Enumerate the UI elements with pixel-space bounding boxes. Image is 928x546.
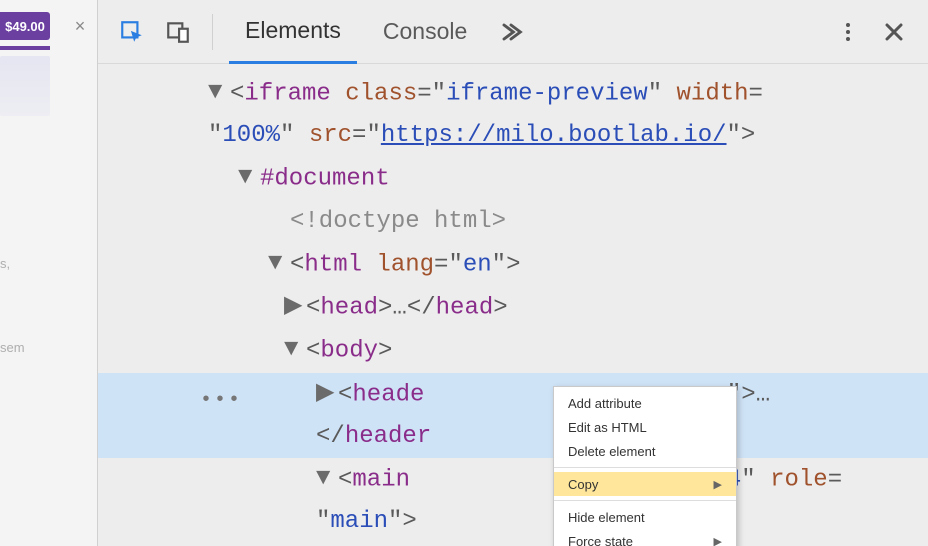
toolbar-divider [212, 14, 213, 50]
expand-arrow-icon[interactable]: ▼ [238, 157, 260, 199]
tab-elements[interactable]: Elements [229, 0, 357, 64]
dom-node-doctype[interactable]: <!doctype html> [98, 201, 928, 243]
close-devtools-icon[interactable] [876, 14, 912, 50]
ctx-edit-as-html[interactable]: Edit as HTML [554, 415, 736, 439]
blurred-panel [0, 56, 50, 116]
badge-underline [0, 46, 50, 50]
collapse-arrow-icon[interactable]: ▶ [316, 373, 338, 415]
ctx-label: Delete element [568, 444, 655, 459]
device-toggle-icon[interactable] [160, 14, 196, 50]
ctx-delete-element[interactable]: Delete element [554, 439, 736, 463]
dom-node-main-line2[interactable]: "main"> [98, 501, 928, 543]
submenu-arrow-icon: ▶ [714, 478, 722, 491]
background-text-2: sem [0, 340, 25, 355]
dom-tree[interactable]: ▼<iframe class="iframe-preview" width= "… [98, 64, 928, 546]
page-left-strip: $49.00 × s, sem [0, 0, 98, 546]
ctx-label: Add attribute [568, 396, 642, 411]
ctx-copy[interactable]: Copy ▶ [554, 472, 736, 496]
selected-row-actions-icon[interactable]: ••• [200, 383, 242, 418]
ctx-separator [554, 467, 736, 468]
devtools-toolbar: Elements Console [98, 0, 928, 64]
ctx-label: Force state [568, 534, 633, 546]
ctx-label: Edit as HTML [568, 420, 647, 435]
devtools-panel: Elements Console ▼<iframe class="iframe-… [98, 0, 928, 546]
dom-node-head[interactable]: ▶<head>…</head> [98, 286, 928, 329]
context-menu: Add attribute Edit as HTML Delete elemen… [553, 386, 737, 546]
ctx-separator [554, 500, 736, 501]
collapse-arrow-icon[interactable]: ▶ [284, 286, 306, 328]
kebab-menu-icon[interactable] [830, 14, 866, 50]
ctx-hide-element[interactable]: Hide element [554, 505, 736, 529]
expand-arrow-icon[interactable]: ▼ [268, 243, 290, 285]
dom-node-html[interactable]: ▼<html lang="en"> [98, 243, 928, 286]
inspect-element-icon[interactable] [114, 14, 150, 50]
dom-node-document[interactable]: ▼#document [98, 157, 928, 200]
dom-node-header-close[interactable]: </header [98, 416, 928, 458]
expand-arrow-icon[interactable]: ▼ [284, 329, 306, 371]
expand-arrow-icon[interactable]: ▼ [208, 72, 230, 114]
ctx-label: Hide element [568, 510, 645, 525]
badge-close-button[interactable]: × [70, 12, 90, 40]
ctx-force-state[interactable]: Force state ▶ [554, 529, 736, 546]
more-tabs-icon[interactable] [493, 14, 529, 50]
ctx-label: Copy [568, 477, 598, 492]
dom-node-iframe-line2[interactable]: "100%" src="https://milo.bootlab.io/"> [98, 115, 928, 157]
tab-console[interactable]: Console [367, 0, 483, 64]
expand-arrow-icon[interactable]: ▼ [316, 458, 338, 500]
dom-node-body[interactable]: ▼<body> [98, 329, 928, 372]
price-badge: $49.00 [0, 12, 50, 40]
submenu-arrow-icon: ▶ [714, 535, 722, 546]
dom-node-iframe[interactable]: ▼<iframe class="iframe-preview" width= [98, 72, 928, 115]
dom-node-main[interactable]: ▼<main in pt-4" role= [98, 458, 928, 501]
background-text-1: s, [0, 256, 10, 271]
ctx-add-attribute[interactable]: Add attribute [554, 391, 736, 415]
iframe-src-link[interactable]: https://milo.bootlab.io/ [381, 122, 727, 149]
